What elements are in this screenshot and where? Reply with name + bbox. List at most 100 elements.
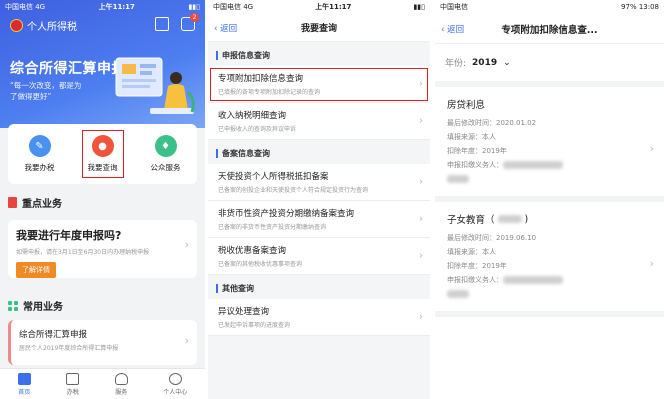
redacted-line bbox=[447, 172, 652, 186]
key-business-card[interactable]: 我要进行年度申报吗? 如需申报，请在3月1日至6月30日内办理纳税申报 了解详情… bbox=[8, 220, 197, 278]
deduction-record[interactable]: 子女教育（) 最后修改时间：2019.06.10 填报来源：本人 扣除年度：20… bbox=[435, 202, 664, 317]
record-title-row: 子女教育（) bbox=[447, 212, 652, 227]
query-screen: 中国电信 4G 上午11:17 ▮▮▯ ‹ 返回 我要查询 申报信息查询 专项附… bbox=[208, 0, 430, 399]
banner-title[interactable]: 综合所得汇算申报 bbox=[10, 58, 126, 78]
group-heading: 其他查询 bbox=[208, 275, 430, 299]
section-key-business: 重点业务 bbox=[8, 195, 62, 210]
common-business-desc: 居民个人2019年度综合所得汇算申报 bbox=[19, 345, 119, 352]
grid-icon bbox=[8, 300, 18, 311]
query-item-tax-incentive[interactable]: 税收优惠备案查询 已备案的其他税收优惠事项查询 › bbox=[208, 238, 430, 275]
banner-illustration bbox=[115, 57, 195, 114]
quick-action-query[interactable]: ● 我要查询 bbox=[81, 130, 124, 178]
back-button[interactable]: ‹ 返回 bbox=[214, 22, 237, 34]
chevron-right-icon: › bbox=[419, 115, 423, 127]
redacted-text bbox=[503, 276, 563, 284]
year-label: 年份: bbox=[445, 59, 467, 69]
bookmark-icon bbox=[8, 197, 17, 208]
record-title: 子女教育（ bbox=[447, 215, 495, 226]
record-field-label: 申报扣缴义务人： bbox=[447, 276, 503, 284]
redacted-text bbox=[447, 175, 469, 183]
chevron-right-icon: › bbox=[419, 250, 423, 262]
group-heading-text: 申报信息查询 bbox=[222, 51, 270, 60]
item-desc: 已填报的各项专项附加扣除记录的查询 bbox=[218, 89, 321, 96]
year-selector[interactable]: 年份: 2019 ⌄ bbox=[435, 44, 664, 87]
deduction-detail-screen: 中国电信 97% 13:08 ‹ 返回 专项附加扣除信息查... 年份: 201… bbox=[435, 0, 664, 399]
battery-clock: 97% 13:08 bbox=[621, 3, 659, 11]
chevron-down-icon: ⌄ bbox=[503, 57, 511, 68]
item-desc: 已备案的创投企业和天使投资个人符合规定投资行为查询 bbox=[218, 187, 369, 194]
quick-action-tax[interactable]: ✎ 我要办税 bbox=[19, 131, 61, 177]
group-heading: 申报信息查询 bbox=[208, 42, 430, 66]
tab-tax[interactable]: 办税 bbox=[66, 372, 80, 396]
home-screen: 中国电信 4G 上午11:17 ▮▮▯ 个人所得税 2 综合所得汇算申报 “每一… bbox=[0, 0, 205, 399]
key-business-desc: 如需申报，请在3月1日至6月30日内办理纳税申报 bbox=[16, 249, 150, 256]
app-title: 个人所得税 bbox=[10, 18, 77, 33]
quick-actions: ✎ 我要办税 ● 我要查询 ♦ 公众服务 bbox=[8, 124, 197, 184]
group-heading-text: 备案信息查询 bbox=[222, 149, 270, 158]
chat-icon[interactable]: 2 bbox=[181, 13, 199, 31]
record-field-withholder: 申报扣缴义务人： bbox=[447, 273, 652, 287]
group-heading: 备案信息查询 bbox=[208, 140, 430, 164]
group-heading-text: 其他查询 bbox=[222, 284, 254, 293]
document-icon bbox=[66, 372, 80, 385]
tab-service[interactable]: 服务 bbox=[114, 372, 128, 396]
clock: 上午11:17 bbox=[98, 3, 135, 11]
back-label: 返回 bbox=[220, 23, 238, 34]
carrier-label: 中国电信 4G bbox=[5, 3, 46, 11]
record-field: 最后修改时间：2020.01.02 bbox=[447, 119, 537, 127]
common-business-card[interactable]: 综合所得汇算申报 居民个人2019年度综合所得汇算申报 › bbox=[8, 320, 197, 365]
chevron-right-icon: › bbox=[649, 256, 654, 270]
carrier-label: 中国电信 4G bbox=[213, 3, 254, 11]
back-button[interactable]: ‹ 返回 bbox=[441, 23, 464, 35]
emblem-icon bbox=[10, 19, 23, 32]
deduction-record[interactable]: 房贷利息 最后修改时间：2020.01.02 填报来源：本人 扣除年度：2019… bbox=[435, 87, 664, 202]
common-business-title: 综合所得汇算申报 bbox=[19, 330, 88, 340]
tab-label: 个人中心 bbox=[163, 388, 188, 396]
query-item-special-deduction[interactable]: 专项附加扣除信息查询 已填报的各项专项附加扣除记录的查询 › bbox=[208, 66, 430, 103]
home-header: 中国电信 4G 上午11:17 ▮▮▯ 个人所得税 2 综合所得汇算申报 “每一… bbox=[0, 0, 205, 128]
chevron-right-icon: › bbox=[184, 238, 189, 251]
section-common-business: 常用业务 bbox=[8, 298, 63, 313]
record-field-label: 申报扣缴义务人： bbox=[447, 161, 503, 169]
record-field-withholder: 申报扣缴义务人： bbox=[447, 158, 652, 172]
quick-action-public[interactable]: ♦ 公众服务 bbox=[145, 131, 187, 177]
item-desc: 已备案的其他税收优惠事项查询 bbox=[218, 261, 303, 268]
item-desc: 已备案的非货币性资产投资分期缴纳查询 bbox=[218, 224, 327, 231]
item-title: 专项附加扣除信息查询 bbox=[218, 74, 304, 84]
scan-icon[interactable] bbox=[155, 17, 169, 31]
heart-hand-icon bbox=[114, 372, 128, 385]
query-item-objection[interactable]: 异议处理查询 已发起申诉事项的进度查询 › bbox=[208, 299, 430, 336]
page-title: 我要查询 bbox=[300, 24, 337, 34]
tab-label: 服务 bbox=[115, 388, 128, 396]
accent-bar bbox=[216, 284, 218, 293]
record-field: 扣除年度：2019年 bbox=[447, 262, 507, 270]
page-title: 专项附加扣除信息查... bbox=[501, 24, 598, 36]
chat-badge: 2 bbox=[190, 13, 199, 22]
query-item-income-tax-detail[interactable]: 收入纳税明细查询 已申报收入的查询及异议申诉 › bbox=[208, 103, 430, 140]
quick-action-label: 我要办税 bbox=[24, 163, 55, 172]
item-title: 异议处理查询 bbox=[218, 307, 270, 317]
key-business-title: 我要进行年度申报吗? bbox=[16, 229, 122, 242]
quick-action-label: 我要查询 bbox=[87, 163, 118, 172]
chevron-right-icon: › bbox=[419, 311, 423, 323]
item-title: 非货币性资产投资分期缴纳备案查询 bbox=[218, 209, 355, 219]
record-field: 扣除年度：2019年 bbox=[447, 147, 507, 155]
item-desc: 已发起申诉事项的进度查询 bbox=[218, 322, 291, 329]
home-icon bbox=[17, 372, 31, 385]
carrier-label: 中国电信 bbox=[440, 3, 468, 11]
chevron-right-icon: › bbox=[184, 334, 189, 347]
tab-profile[interactable]: 个人中心 bbox=[163, 372, 188, 396]
banner-subtitle: “每一次改变，都是为了做得更好” bbox=[10, 81, 82, 101]
tab-bar: 首页 办税 服务 个人中心 bbox=[0, 368, 205, 399]
shield-icon: ♦ bbox=[154, 135, 177, 157]
chevron-right-icon: › bbox=[419, 176, 423, 188]
redacted-text bbox=[503, 161, 563, 169]
learn-more-button[interactable]: 了解详情 bbox=[16, 262, 56, 278]
tab-home[interactable]: 首页 bbox=[17, 372, 31, 396]
query-item-non-monetary-asset[interactable]: 非货币性资产投资分期缴纳备案查询 已备案的非货币性资产投资分期缴纳查询 › bbox=[208, 201, 430, 238]
record-field: 填报来源：本人 bbox=[447, 248, 496, 256]
record-field: 最后修改时间：2019.06.10 bbox=[447, 234, 537, 242]
section-title: 常用业务 bbox=[23, 302, 63, 313]
query-item-angel-investment[interactable]: 天使投资个人所得税抵扣备案 已备案的创投企业和天使投资个人符合规定投资行为查询 … bbox=[208, 164, 430, 201]
item-title: 收入纳税明细查询 bbox=[218, 111, 287, 121]
